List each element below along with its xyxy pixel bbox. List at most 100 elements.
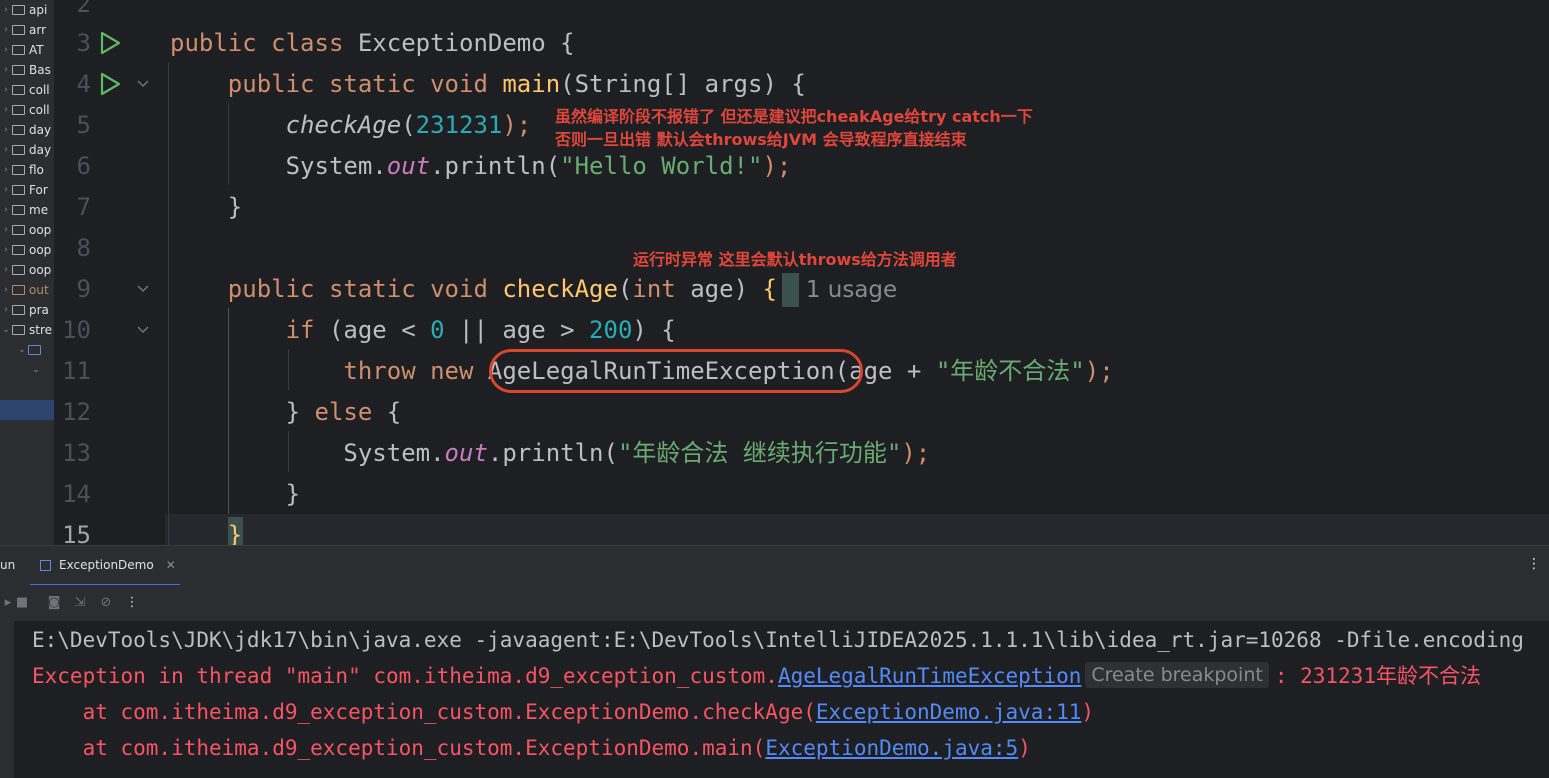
close-icon[interactable]: ✕ <box>166 558 176 572</box>
fold-icon[interactable] <box>135 281 151 297</box>
folder-icon <box>12 285 25 295</box>
tree-item[interactable]: › day <box>0 140 54 160</box>
editor-gutter: 2 3 4 5 6 7 8 9 10 11 12 13 14 15 <box>55 0 165 545</box>
line-number: 14 <box>62 480 91 508</box>
folder-icon <box>12 125 25 135</box>
folder-icon <box>12 65 25 75</box>
chevron-right-icon: › <box>4 265 8 275</box>
tree-item[interactable]: ⌄ <box>0 360 54 380</box>
tree-item[interactable]: › coll <box>0 100 54 120</box>
folder-icon <box>12 245 25 255</box>
line-number: 3 <box>76 29 91 57</box>
code-line-10: if (age < 0 || age > 200) { <box>285 316 676 344</box>
line-number: 7 <box>76 193 91 221</box>
folder-icon <box>12 45 25 55</box>
annotation-note: 虽然编译阶段不报错了 但还是建议把cheakAge给try catch一下 <box>555 107 1033 126</box>
run-tool-window-title: un <box>0 558 16 572</box>
tree-item[interactable]: › me <box>0 200 54 220</box>
folder-icon <box>12 145 25 155</box>
tree-item[interactable]: › pra <box>0 300 54 320</box>
tree-item[interactable]: › Bas <box>0 60 54 80</box>
stop-icon[interactable]: ■ <box>14 595 30 611</box>
run-tab-exceptiondemo[interactable]: ExceptionDemo ✕ <box>30 546 180 586</box>
tree-item[interactable]: › api <box>0 0 54 20</box>
package-icon <box>28 345 41 355</box>
folder-icon <box>12 205 25 215</box>
console-gutter <box>0 621 14 778</box>
console-stack-trace-line: at com.itheima.d9_exception_custom.Excep… <box>32 700 1095 724</box>
folder-icon <box>12 25 25 35</box>
restore-layout-icon[interactable]: ⇲ <box>72 595 88 611</box>
tree-item[interactable]: › arr <box>0 20 54 40</box>
tree-item[interactable]: › oop <box>0 260 54 280</box>
chevron-down-icon: ⌄ <box>32 365 40 375</box>
line-number: 2 <box>76 0 91 18</box>
application-icon <box>40 559 51 571</box>
line-number: 5 <box>76 111 91 139</box>
tree-item[interactable]: ⌄ stre <box>0 320 54 340</box>
debug-attach-icon[interactable]: ⊘ <box>98 595 114 611</box>
chevron-down-icon: ⌄ <box>18 345 26 355</box>
code-line-7: } <box>227 193 243 221</box>
annotation-note: 否则一旦出错 默认会throws给JVM 会导致程序直接结束 <box>555 130 967 149</box>
code-line-13: System.out.println("年龄合法 继续执行功能"); <box>343 439 931 467</box>
camera-icon[interactable]: ◙ <box>46 595 62 611</box>
exception-class-link[interactable]: AgeLegalRunTimeException <box>778 664 1081 688</box>
run-toolbar: ▸ ■ ◙ ⇲ ⊘ ⋮ <box>0 585 1549 621</box>
console-command-line: E:\DevTools\JDK\jdk17\bin\java.exe -java… <box>32 628 1524 652</box>
chevron-down-icon: ⌄ <box>2 325 10 335</box>
chevron-right-icon: › <box>4 165 8 175</box>
chevron-right-icon: › <box>4 205 8 215</box>
fold-icon[interactable] <box>135 76 151 92</box>
line-number: 13 <box>62 439 91 467</box>
code-line-9: public static void checkAge(int age) { 1… <box>227 275 898 303</box>
chevron-right-icon: › <box>4 185 8 195</box>
line-number: 6 <box>76 152 91 180</box>
source-link[interactable]: ExceptionDemo.java:5 <box>765 736 1018 760</box>
line-number: 8 <box>76 234 91 262</box>
create-breakpoint-button[interactable]: Create breakpoint <box>1085 662 1269 688</box>
tree-item[interactable]: › day <box>0 120 54 140</box>
tree-item[interactable]: › oop <box>0 240 54 260</box>
folder-icon <box>12 165 25 175</box>
folder-icon <box>12 265 25 275</box>
run-main-icon[interactable] <box>99 72 121 96</box>
chevron-right-icon: › <box>4 245 8 255</box>
tree-item[interactable]: ⌄ <box>0 340 54 360</box>
source-link[interactable]: ExceptionDemo.java:11 <box>816 700 1082 724</box>
fold-icon[interactable] <box>135 322 151 338</box>
tree-item[interactable]: › flo <box>0 160 54 180</box>
tree-item[interactable]: › coll <box>0 80 54 100</box>
line-number: 4 <box>76 70 91 98</box>
tree-item[interactable]: › AT <box>0 40 54 60</box>
chevron-right-icon: › <box>4 225 8 235</box>
tree-item[interactable]: › For <box>0 180 54 200</box>
code-line-6: System.out.println("Hello World!"); <box>285 152 792 180</box>
code-line-15: } <box>227 521 243 545</box>
chevron-right-icon: › <box>4 65 8 75</box>
project-tree: › api › arr › AT › Bas › coll › coll › day › day… <box>0 0 55 545</box>
chevron-right-icon: › <box>4 105 8 115</box>
code-line-14: } <box>285 480 301 508</box>
chevron-right-icon: › <box>4 45 8 55</box>
code-line-3: public class ExceptionDemo { <box>170 29 575 57</box>
chevron-right-icon: › <box>4 5 8 15</box>
more-options-icon[interactable]: ⋮ <box>1527 556 1541 572</box>
folder-icon <box>12 5 25 15</box>
line-number: 15 <box>62 521 91 545</box>
more-options-icon[interactable]: ⋮ <box>124 595 140 611</box>
folder-icon <box>12 185 25 195</box>
tree-item[interactable]: › out <box>0 280 54 300</box>
code-line-4: public static void main(String[] args) { <box>227 70 806 98</box>
folder-icon <box>12 85 25 95</box>
tree-item[interactable]: › oop <box>0 220 54 240</box>
console-output[interactable]: E:\DevTools\JDK\jdk17\bin\java.exe -java… <box>0 621 1549 778</box>
usage-hint[interactable]: 1 usage <box>806 277 897 303</box>
code-editor[interactable]: 2 3 4 5 6 7 8 9 10 11 12 13 14 15 public… <box>55 0 1549 545</box>
folder-icon <box>12 325 25 335</box>
run-class-icon[interactable] <box>99 31 121 55</box>
chevron-right-icon: › <box>4 305 8 315</box>
chevron-right-icon: › <box>4 125 8 135</box>
code-line-12: } else { <box>285 398 402 426</box>
annotation-note: 运行时异常 这里会默认throws给方法调用者 <box>633 250 957 269</box>
